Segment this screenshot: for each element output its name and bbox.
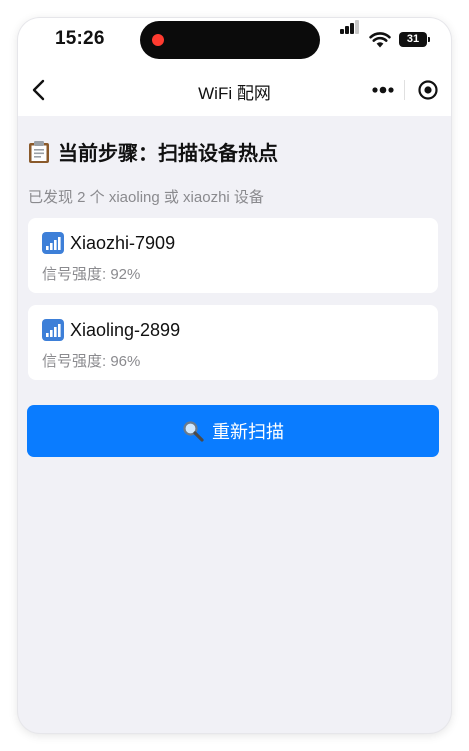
clipboard-icon	[29, 140, 49, 163]
phone-screen: 15:26 31 WiFi 配网 当前步骤：扫描设备热点 已发现 2 个 xia…	[18, 18, 451, 733]
dynamic-island	[140, 21, 320, 59]
rescan-label: 重新扫描	[212, 422, 284, 442]
current-step-label: 当前步骤：扫描设备热点	[58, 143, 278, 165]
antenna-bars-icon	[42, 232, 64, 254]
device-name-row: Xiaozhi-7909	[42, 232, 175, 254]
capsule-divider	[404, 80, 405, 100]
wifi-icon	[369, 32, 391, 48]
record-icon[interactable]	[417, 79, 439, 101]
device-signal-strength: 信号强度: 92%	[42, 266, 141, 283]
more-dots-icon[interactable]	[371, 82, 395, 98]
status-bar: 15:26 31	[18, 18, 451, 64]
device-name: Xiaozhi-7909	[70, 232, 176, 253]
battery-level: 31	[399, 32, 427, 47]
device-name-row: Xiaoling-2899	[42, 319, 180, 341]
recording-indicator-icon	[152, 34, 164, 46]
device-name: Xiaoling-2899	[70, 319, 181, 340]
devices-found-text: 已发现 2 个 xiaoling 或 xiaozhi 设备	[28, 189, 264, 206]
status-time: 15:26	[55, 28, 105, 49]
current-step-heading: 当前步骤：扫描设备热点	[28, 137, 278, 166]
device-card[interactable]: Xiaoling-2899 信号强度: 96%	[28, 305, 438, 380]
device-card[interactable]: Xiaozhi-7909 信号强度: 92%	[28, 218, 438, 293]
rescan-button[interactable]: 重新扫描	[27, 405, 439, 457]
battery-cap	[428, 37, 430, 42]
magnifier-icon	[183, 421, 204, 442]
device-signal-strength: 信号强度: 96%	[42, 353, 141, 370]
navigation-bar: WiFi 配网	[18, 64, 451, 116]
antenna-bars-icon	[42, 319, 64, 341]
